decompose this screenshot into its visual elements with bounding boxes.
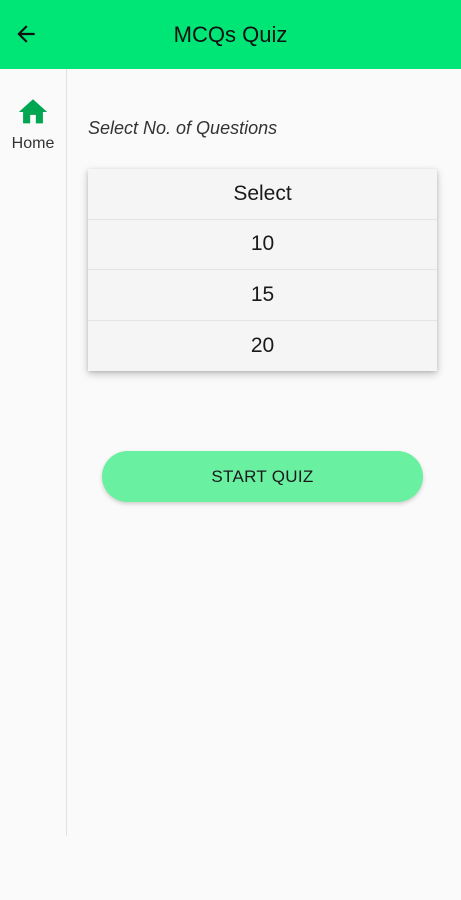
app-bar: MCQs Quiz — [0, 0, 461, 69]
dropdown-option-10[interactable]: 10 — [88, 220, 437, 270]
rail-item-home[interactable]: Home — [0, 95, 66, 163]
dropdown-option-select[interactable]: Select — [88, 169, 437, 220]
navigation-rail: Home — [0, 69, 67, 836]
question-count-dropdown: Select 10 15 20 — [88, 169, 437, 371]
app-screen: MCQs Quiz Home Select No. of Questions S… — [0, 0, 461, 900]
rail-item-label: Home — [11, 135, 55, 152]
dropdown-option-15[interactable]: 15 — [88, 270, 437, 321]
home-icon — [18, 99, 48, 124]
dropdown-option-20[interactable]: 20 — [88, 321, 437, 372]
section-label: Select No. of Questions — [88, 118, 278, 138]
page-title: MCQs Quiz — [173, 21, 288, 47]
start-quiz-button[interactable]: START QUIZ — [102, 451, 423, 502]
